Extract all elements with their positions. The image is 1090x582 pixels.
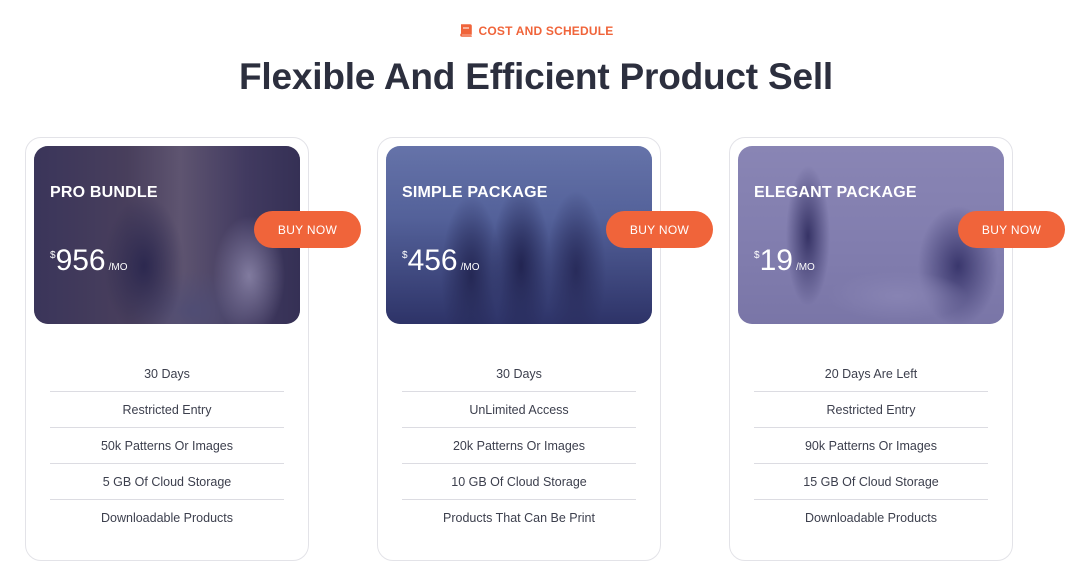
plan-price: $956/MO	[50, 244, 128, 278]
plan-name: SIMPLE PACKAGE	[402, 184, 548, 201]
price-amount: 19	[759, 244, 793, 277]
price-amount: 456	[407, 244, 458, 277]
feature-item: 15 GB Of Cloud Storage	[754, 464, 988, 500]
feature-item: 50k Patterns Or Images	[50, 428, 284, 464]
price-amount: 956	[55, 244, 106, 277]
currency-symbol: $	[50, 250, 56, 261]
plan-name: ELEGANT PACKAGE	[754, 184, 917, 201]
currency-symbol: $	[754, 250, 760, 261]
buy-now-button[interactable]: BUY NOW	[958, 211, 1065, 248]
feature-item: Restricted Entry	[754, 392, 988, 428]
price-period: /MO	[795, 262, 815, 273]
pricing-card-elegant-package: ELEGANT PACKAGE $19/MO BUY NOW 20 Days A…	[729, 137, 1065, 561]
feature-item: 5 GB Of Cloud Storage	[50, 464, 284, 500]
feature-item: 30 Days	[50, 356, 284, 392]
feature-list: 30 Days UnLimited Access 20k Patterns Or…	[402, 356, 636, 536]
pricing-card-simple-package: SIMPLE PACKAGE $456/MO BUY NOW 30 Days U…	[377, 137, 713, 561]
price-period: /MO	[460, 262, 480, 273]
feature-list: 20 Days Are Left Restricted Entry 90k Pa…	[754, 356, 988, 536]
plan-price: $19/MO	[754, 244, 815, 278]
buy-now-button[interactable]: BUY NOW	[254, 211, 361, 248]
feature-item: 20k Patterns Or Images	[402, 428, 636, 464]
feature-item: 90k Patterns Or Images	[754, 428, 988, 464]
section-title: Flexible And Efficient Product Sell	[239, 56, 833, 97]
section-eyebrow: COST AND SCHEDULE	[0, 24, 1072, 40]
feature-item: Downloadable Products	[804, 511, 938, 525]
book-icon	[459, 24, 473, 40]
feature-item: 30 Days	[402, 356, 636, 392]
plan-price: $456/MO	[402, 244, 480, 278]
feature-item: Downloadable Products	[100, 511, 234, 525]
plan-name: PRO BUNDLE	[50, 184, 158, 201]
pricing-card-pro-bundle: PRO BUNDLE $956/MO BUY NOW 30 Days Restr…	[25, 137, 361, 561]
feature-item: Products That Can Be Print	[443, 511, 595, 525]
feature-item: Restricted Entry	[50, 392, 284, 428]
buy-now-button[interactable]: BUY NOW	[606, 211, 713, 248]
eyebrow-label: COST AND SCHEDULE	[478, 24, 614, 38]
price-period: /MO	[108, 262, 128, 273]
currency-symbol: $	[402, 250, 408, 261]
feature-list: 30 Days Restricted Entry 50k Patterns Or…	[50, 356, 284, 536]
feature-item: 10 GB Of Cloud Storage	[402, 464, 636, 500]
feature-item: 20 Days Are Left	[754, 356, 988, 392]
feature-item: UnLimited Access	[402, 392, 636, 428]
